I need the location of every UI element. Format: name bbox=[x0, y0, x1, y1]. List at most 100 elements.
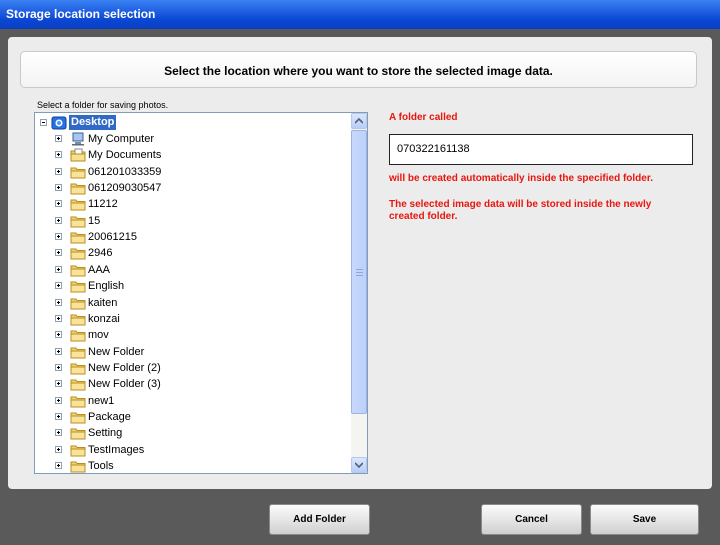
tree-item[interactable]: 20061215 bbox=[35, 229, 351, 245]
folder-icon bbox=[70, 410, 86, 424]
tree-item[interactable]: TestImages bbox=[35, 442, 351, 458]
tree-item-label: 061201033359 bbox=[88, 165, 162, 178]
expand-icon[interactable] bbox=[55, 298, 62, 306]
storage-note: The selected image data will be stored i… bbox=[389, 199, 652, 222]
tree-item[interactable]: English bbox=[35, 278, 351, 294]
desktop-icon bbox=[51, 116, 67, 130]
tree-item-label: 061209030547 bbox=[88, 182, 162, 195]
folder-icon bbox=[70, 394, 86, 408]
expand-icon[interactable] bbox=[55, 331, 62, 339]
tree-item-label: Tools bbox=[88, 460, 114, 472]
tree-item-label: 11212 bbox=[88, 198, 118, 211]
folder-tree[interactable]: Desktop My Computer My Documents 061201033… bbox=[34, 112, 368, 474]
expand-icon[interactable] bbox=[55, 216, 62, 224]
tree-item-label: 15 bbox=[88, 214, 101, 227]
folder-icon bbox=[70, 214, 86, 228]
auto-create-note: will be created automatically inside the… bbox=[389, 173, 653, 184]
tree-item[interactable]: mov bbox=[35, 327, 351, 343]
folder-icon bbox=[70, 328, 86, 342]
expand-icon[interactable] bbox=[55, 233, 62, 241]
tree-item[interactable]: 061201033359 bbox=[35, 164, 351, 180]
tree-item-label: TestImages bbox=[88, 443, 145, 456]
tree-item[interactable]: 2946 bbox=[35, 245, 351, 261]
folder-icon bbox=[70, 296, 86, 309]
expand-icon[interactable] bbox=[55, 265, 62, 273]
tree-item-label: English bbox=[88, 280, 125, 293]
folder-icon bbox=[70, 426, 86, 440]
window-title-bar[interactable]: Storage location selection bbox=[0, 0, 720, 29]
expand-icon[interactable] bbox=[55, 445, 62, 453]
tree-item[interactable]: New Folder (2) bbox=[35, 360, 351, 376]
folder-icon bbox=[70, 165, 86, 179]
expand-icon[interactable] bbox=[55, 249, 62, 257]
tree-caption: Select a folder for saving photos. bbox=[37, 100, 169, 110]
add-folder-button[interactable]: Add Folder bbox=[269, 504, 370, 535]
folder-icon bbox=[70, 279, 86, 293]
scroll-thumb[interactable] bbox=[351, 130, 367, 414]
tree-item-label: New Folder (3) bbox=[88, 378, 161, 391]
tree-item[interactable]: New Folder (3) bbox=[35, 376, 351, 392]
tree-item[interactable]: AAA bbox=[35, 262, 351, 278]
expand-icon[interactable] bbox=[55, 363, 62, 371]
scroll-up-button[interactable] bbox=[351, 113, 367, 129]
tree-item[interactable]: 11212 bbox=[35, 196, 351, 212]
folder-called-label: A folder called bbox=[389, 112, 458, 123]
tree-item[interactable]: 061209030547 bbox=[35, 180, 351, 196]
tree-item[interactable]: Tools bbox=[35, 458, 351, 473]
tree-item-label: AAA bbox=[88, 263, 111, 276]
tree-item[interactable]: 15 bbox=[35, 213, 351, 229]
expand-icon[interactable] bbox=[55, 167, 62, 175]
folder-icon bbox=[70, 459, 86, 473]
instruction-header: Select the location where you want to st… bbox=[20, 51, 697, 88]
tree-item-label: konzai bbox=[88, 312, 120, 325]
tree-item[interactable]: My Documents bbox=[35, 147, 351, 163]
folder-icon bbox=[70, 443, 86, 457]
tree-scrollbar[interactable] bbox=[351, 113, 367, 473]
folder-icon bbox=[70, 312, 86, 326]
tree-item-label: Package bbox=[88, 410, 131, 423]
tree-item-label: Setting bbox=[88, 427, 123, 440]
tree-item[interactable]: New Folder bbox=[35, 344, 351, 360]
tree-item-label: My Computer bbox=[88, 133, 155, 145]
collapse-icon[interactable] bbox=[40, 119, 47, 126]
tree-item[interactable]: konzai bbox=[35, 311, 351, 327]
folder-icon bbox=[70, 377, 86, 391]
tree-item-label: new1 bbox=[88, 394, 115, 407]
instruction-text: Select the location where you want to st… bbox=[164, 64, 553, 78]
folder-icon bbox=[70, 361, 86, 375]
folder-icon bbox=[70, 181, 86, 195]
expand-icon[interactable] bbox=[55, 200, 62, 208]
expand-icon[interactable] bbox=[55, 396, 62, 404]
tree-root-desktop[interactable]: Desktop bbox=[35, 115, 351, 131]
tree-item-label: New Folder bbox=[88, 345, 145, 358]
tree-item-label: kaiten bbox=[88, 296, 118, 309]
expand-icon[interactable] bbox=[55, 380, 62, 388]
chevron-up-icon bbox=[355, 118, 363, 124]
expand-icon[interactable] bbox=[55, 282, 62, 290]
documents-icon bbox=[70, 148, 86, 162]
chevron-down-icon bbox=[355, 462, 363, 468]
folder-name-field[interactable]: 070322161138 bbox=[389, 134, 693, 165]
folder-icon bbox=[70, 230, 86, 244]
save-button[interactable]: Save bbox=[590, 504, 699, 535]
expand-icon[interactable] bbox=[55, 412, 62, 420]
tree-item-label: New Folder (2) bbox=[88, 361, 161, 374]
tree-item[interactable]: Setting bbox=[35, 425, 351, 441]
expand-icon[interactable] bbox=[55, 135, 62, 142]
tree-item-label: My Documents bbox=[88, 149, 162, 162]
expand-icon[interactable] bbox=[55, 462, 62, 469]
tree-item[interactable]: new1 bbox=[35, 393, 351, 409]
expand-icon[interactable] bbox=[55, 184, 62, 192]
expand-icon[interactable] bbox=[55, 314, 62, 322]
folder-icon bbox=[70, 345, 86, 359]
cancel-button[interactable]: Cancel bbox=[481, 504, 582, 535]
tree-item[interactable]: My Computer bbox=[35, 131, 351, 147]
expand-icon[interactable] bbox=[55, 347, 62, 355]
expand-icon[interactable] bbox=[55, 151, 62, 159]
tree-item[interactable]: Package bbox=[35, 409, 351, 425]
tree-item[interactable]: kaiten bbox=[35, 295, 351, 311]
folder-icon bbox=[70, 197, 86, 211]
scroll-down-button[interactable] bbox=[351, 457, 367, 473]
expand-icon[interactable] bbox=[55, 429, 62, 437]
tree-item-label: 2946 bbox=[88, 247, 113, 260]
